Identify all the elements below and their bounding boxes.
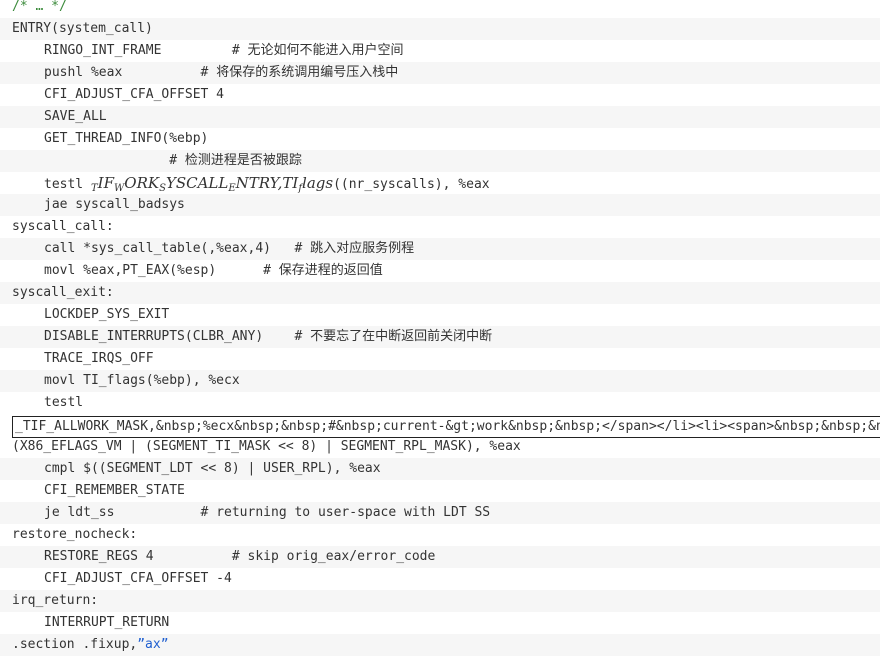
- code-text: CFI_ADJUST_CFA_OFFSET -4: [44, 568, 232, 590]
- code-line: movl %eax,PT_EAX(%esp) # 保存进程的返回值: [0, 260, 880, 282]
- code-text: restore_nocheck:: [12, 524, 137, 546]
- code-line: testl TIFWORKSYSCALLENTRY,TIflags((nr_sy…: [0, 172, 880, 194]
- code-text: GET_THREAD_INFO(%ebp): [44, 128, 208, 150]
- code-text: call *sys_call_table(,%eax,4) # 跳入对应服务例程: [44, 238, 414, 260]
- code-segment: (X86_EFLAGS_VM | (SEGMENT_TI_MASK << 8) …: [12, 439, 521, 454]
- code-text: CFI_ADJUST_CFA_OFFSET 4: [44, 84, 224, 106]
- code-line: syscall_call:: [0, 216, 880, 238]
- code-text: jae syscall_badsys: [44, 194, 185, 216]
- code-text: DISABLE_INTERRUPTS(CLBR_ANY) # 不要忘了在中断返回…: [44, 326, 492, 348]
- inline-comment: # 跳入对应服务例程: [294, 241, 415, 256]
- code-text: movl %eax,PT_EAX(%esp) # 保存进程的返回值: [44, 260, 383, 282]
- code-text: testl: [44, 392, 83, 414]
- inline-comment: # returning to user-space with LDT SS: [200, 505, 491, 520]
- code-text: testl TIFWORKSYSCALLENTRY,TIflags((nr_sy…: [44, 172, 490, 194]
- garbled-math-render: TIFWORKSYSCALLENTRY,TIflags: [90, 174, 334, 194]
- code-text: SAVE_ALL: [44, 106, 107, 128]
- code-text: syscall_call:: [12, 216, 114, 238]
- code-line: TRACE_IRQS_OFF: [0, 348, 880, 370]
- code-text: RESTORE_REGS 4 # skip orig_eax/error_cod…: [44, 546, 435, 568]
- code-segment: irq_return:: [12, 593, 99, 608]
- code-segment: movl %eax,PT_EAX(%esp): [44, 263, 264, 278]
- code-prefix: testl: [44, 177, 91, 192]
- code-text: ENTRY(system_call): [12, 18, 153, 40]
- code-line: restore_nocheck:: [0, 524, 880, 546]
- code-line: ENTRY(system_call): [0, 18, 880, 40]
- code-segment: restore_nocheck:: [12, 527, 138, 542]
- code-line: call *sys_call_table(,%eax,4) # 跳入对应服务例程: [0, 238, 880, 260]
- code-line: /* … */: [0, 0, 880, 18]
- code-segment: movl TI_flags(%ebp), %ecx: [44, 373, 240, 388]
- code-text: cmpl $((SEGMENT_LDT << 8) | USER_RPL), %…: [44, 458, 381, 480]
- code-line: CFI_ADJUST_CFA_OFFSET -4: [0, 568, 880, 590]
- code-segment: jae syscall_badsys: [44, 197, 185, 212]
- code-text: .section .fixup,”ax”: [12, 634, 169, 656]
- code-text: RINGO_INT_FRAME # 无论如何不能进入用户空间: [44, 40, 404, 62]
- raw-html-code-box: _TIF_ALLWORK_MASK,&nbsp;%ecx&nbsp;&nbsp;…: [12, 416, 880, 438]
- code-line: irq_return:: [0, 590, 880, 612]
- code-suffix: ((nr_syscalls), %eax: [333, 177, 490, 192]
- code-line: jae syscall_badsys: [0, 194, 880, 216]
- inline-comment: # 检测进程是否被跟踪: [169, 153, 302, 168]
- code-segment: ENTRY(system_call): [12, 21, 153, 36]
- code-segment: CFI_ADJUST_CFA_OFFSET -4: [44, 571, 232, 586]
- code-line: CFI_REMEMBER_STATE: [0, 480, 880, 502]
- inline-comment: # 无论如何不能进入用户空间: [231, 43, 404, 58]
- code-segment: call *sys_call_table(,%eax,4): [44, 241, 295, 256]
- code-segment: syscall_exit:: [12, 285, 114, 300]
- code-segment: CFI_ADJUST_CFA_OFFSET 4: [44, 87, 225, 102]
- code-line: # 检测进程是否被跟踪: [0, 150, 880, 172]
- inline-comment: # skip orig_eax/error_code: [231, 549, 436, 564]
- comment-text: /* … */: [12, 0, 67, 14]
- string-literal: ”ax”: [137, 637, 169, 652]
- code-line: RINGO_INT_FRAME # 无论如何不能进入用户空间: [0, 40, 880, 62]
- code-segment: je ldt_ss: [44, 505, 201, 520]
- code-line: DISABLE_INTERRUPTS(CLBR_ANY) # 不要忘了在中断返回…: [0, 326, 880, 348]
- code-segment: DISABLE_INTERRUPTS(CLBR_ANY): [44, 329, 295, 344]
- code-line: CFI_ADJUST_CFA_OFFSET 4: [0, 84, 880, 106]
- code-line: (X86_EFLAGS_VM | (SEGMENT_TI_MASK << 8) …: [0, 436, 880, 458]
- code-segment: syscall_call:: [12, 219, 114, 234]
- code-segment: RINGO_INT_FRAME: [44, 43, 232, 58]
- code-text: # 检测进程是否被跟踪: [44, 150, 302, 172]
- code-segment: RESTORE_REGS 4: [44, 549, 232, 564]
- code-segment: SAVE_ALL: [44, 109, 107, 124]
- code-text: CFI_REMEMBER_STATE: [44, 480, 185, 502]
- code-text: syscall_exit:: [12, 282, 114, 304]
- code-line: syscall_exit:: [0, 282, 880, 304]
- code-segment: testl: [44, 395, 84, 410]
- inline-comment: # 保存进程的返回值: [263, 263, 383, 278]
- code-text: TRACE_IRQS_OFF: [44, 348, 154, 370]
- code-segment: pushl %eax: [44, 65, 201, 80]
- code-line: INTERRUPT_RETURN: [0, 612, 880, 634]
- inline-comment: # 不要忘了在中断返回前关闭中断: [294, 329, 493, 344]
- inline-comment: # 将保存的系统调用编号压入栈中: [200, 65, 399, 80]
- code-line: GET_THREAD_INFO(%ebp): [0, 128, 880, 150]
- code-text: (X86_EFLAGS_VM | (SEGMENT_TI_MASK << 8) …: [12, 436, 521, 458]
- code-line: cmpl $((SEGMENT_LDT << 8) | USER_RPL), %…: [0, 458, 880, 480]
- code-segment: TRACE_IRQS_OFF: [44, 351, 154, 366]
- code-segment: GET_THREAD_INFO(%ebp): [44, 131, 209, 146]
- code-line: RESTORE_REGS 4 # skip orig_eax/error_cod…: [0, 546, 880, 568]
- code-line: .section .fixup,”ax”: [0, 634, 880, 656]
- code-line: SAVE_ALL: [0, 106, 880, 128]
- code-segment: LOCKDEP_SYS_EXIT: [44, 307, 170, 322]
- code-segment: cmpl $((SEGMENT_LDT << 8) | USER_RPL), %…: [44, 461, 381, 476]
- code-text: /* … */: [12, 0, 67, 18]
- code-line: movl TI_flags(%ebp), %ecx: [0, 370, 880, 392]
- code-text: movl TI_flags(%ebp), %ecx: [44, 370, 240, 392]
- code-text: pushl %eax # 将保存的系统调用编号压入栈中: [44, 62, 398, 84]
- code-segment: INTERRUPT_RETURN: [44, 615, 170, 630]
- code-text: LOCKDEP_SYS_EXIT: [44, 304, 169, 326]
- code-line: pushl %eax # 将保存的系统调用编号压入栈中: [0, 62, 880, 84]
- code-line: LOCKDEP_SYS_EXIT: [0, 304, 880, 326]
- code-text: INTERRUPT_RETURN: [44, 612, 169, 634]
- code-text: irq_return:: [12, 590, 98, 612]
- code-segment: .section .fixup,: [12, 637, 138, 652]
- code-segment: CFI_REMEMBER_STATE: [44, 483, 185, 498]
- code-line: testl: [0, 392, 880, 414]
- code-text: je ldt_ss # returning to user-space with…: [44, 502, 490, 524]
- code-line: je ldt_ss # returning to user-space with…: [0, 502, 880, 524]
